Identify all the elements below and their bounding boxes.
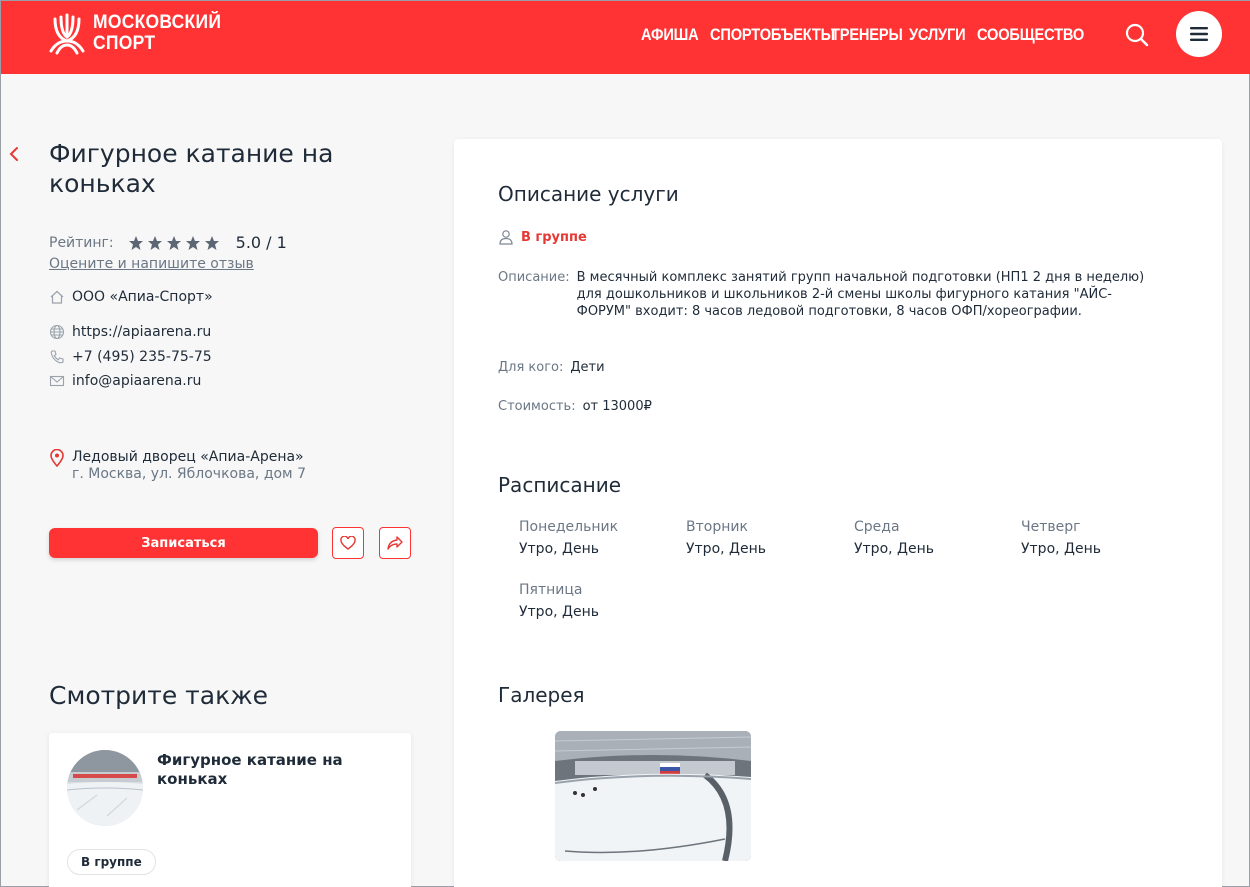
nav-item-community[interactable]: СООБЩЕСТВО — [977, 25, 1084, 45]
search-icon[interactable] — [1123, 21, 1151, 49]
mail-icon — [49, 375, 65, 387]
chevron-left-icon[interactable] — [7, 144, 21, 164]
site-header: МОСКОВСКИЙ СПОРТ АФИША СПОРТОБЪЕКТЫ ТРЕН… — [1, 1, 1250, 74]
format-label: В группе — [521, 229, 587, 245]
email-link[interactable]: info@apiaarena.ru — [72, 373, 201, 389]
phone-number[interactable]: +7 (495) 235-75-75 — [72, 349, 212, 365]
rating-label: Рейтинг: — [49, 234, 114, 251]
heart-icon — [340, 536, 356, 550]
see-also-title: Смотрите также — [49, 681, 269, 710]
review-link[interactable]: Оцените и напишите отзыв — [49, 256, 254, 272]
website-link[interactable]: https://apiaarena.ru — [72, 324, 211, 340]
rating-stars[interactable] — [128, 235, 223, 251]
description-row: Описание: В месячный комплекс занятий гр… — [498, 269, 1168, 320]
logo-line-1: МОСКОВСКИЙ — [93, 12, 222, 33]
logo-text: МОСКОВСКИЙ СПОРТ — [93, 12, 221, 54]
description-title: Описание услуги — [498, 182, 679, 206]
schedule-day: Пятница Утро, День — [519, 582, 679, 620]
email-row: info@apiaarena.ru — [49, 373, 201, 389]
schedule-day: Вторник Утро, День — [686, 519, 846, 557]
user-icon — [499, 230, 513, 245]
logo-line-2: СПОРТ — [93, 33, 156, 54]
see-also-tag: В группе — [67, 849, 156, 875]
site-logo[interactable]: МОСКОВСКИЙ СПОРТ — [47, 11, 232, 55]
star-icon[interactable] — [166, 235, 182, 251]
home-icon — [50, 290, 64, 304]
schedule-day-time: Утро, День — [519, 541, 599, 557]
nav-item-afisha[interactable]: АФИША — [641, 25, 699, 45]
rating-row: Рейтинг: 5.0 / 1 — [49, 233, 287, 252]
organization-row: ООО «Апиа-Спорт» — [49, 289, 213, 305]
audience-value: Дети — [570, 360, 605, 375]
organization-name[interactable]: ООО «Апиа-Спорт» — [72, 289, 213, 305]
gallery-title: Галерея — [498, 683, 585, 707]
nav-item-sport-objects[interactable]: СПОРТОБЪЕКТЫ — [710, 25, 835, 45]
schedule-day-name: Четверг — [1021, 519, 1081, 535]
hamburger-icon — [1190, 27, 1208, 41]
audience-row: Для кого: Дети — [498, 359, 605, 376]
page-title: Фигурное катание на коньках — [49, 139, 334, 198]
price-key: Стоимость: — [498, 399, 576, 414]
description-text: В месячный комплекс занятий групп началь… — [576, 270, 1145, 319]
globe-icon — [49, 324, 65, 340]
format-row: В группе — [498, 229, 587, 245]
nav-item-trainers[interactable]: ТРЕНЕРЫ — [831, 25, 903, 45]
description-key: Описание: — [498, 270, 570, 285]
see-also-card[interactable]: Фигурное катание на коньках В группе — [49, 733, 411, 887]
nav-item-services[interactable]: УСЛУГИ — [909, 25, 966, 45]
schedule-day-name: Среда — [854, 519, 900, 535]
phone-icon — [50, 350, 64, 364]
star-icon[interactable] — [204, 235, 220, 251]
price-row: Стоимость: от 13000₽ — [498, 398, 652, 415]
see-also-card-title[interactable]: Фигурное катание на коньках — [157, 751, 377, 789]
schedule-day-time: Утро, День — [519, 604, 599, 620]
schedule-day-name: Понедельник — [519, 519, 619, 535]
schedule-day-time: Утро, День — [1021, 541, 1101, 557]
ice-arena-photo — [555, 731, 751, 861]
see-also-thumbnail[interactable] — [67, 750, 143, 826]
star-icon[interactable] — [185, 235, 201, 251]
map-pin-icon — [50, 449, 64, 467]
logo-mark-icon — [49, 13, 85, 55]
schedule-day-name: Пятница — [519, 582, 583, 598]
menu-button[interactable] — [1176, 11, 1222, 57]
favorite-button[interactable] — [332, 527, 364, 559]
schedule-day: Понедельник Утро, День — [519, 519, 679, 557]
signup-button[interactable]: Записаться — [49, 528, 318, 558]
rating-value: 5.0 / 1 — [235, 233, 287, 252]
schedule-day: Среда Утро, День — [854, 519, 1014, 557]
schedule-day-name: Вторник — [686, 519, 748, 535]
website-row: https://apiaarena.ru — [49, 324, 211, 340]
schedule-day-time: Утро, День — [854, 541, 934, 557]
venue-name[interactable]: Ледовый дворец «Апиа-Арена» — [72, 448, 306, 466]
schedule-title: Расписание — [498, 473, 622, 497]
share-icon — [387, 536, 403, 550]
ice-rink-photo — [67, 750, 143, 826]
venue-address: Ледовый дворец «Апиа-Арена» г. Москва, у… — [49, 448, 306, 483]
phone-row: +7 (495) 235-75-75 — [49, 349, 212, 365]
star-icon[interactable] — [147, 235, 163, 251]
audience-key: Для кого: — [498, 360, 564, 375]
service-details-card: Описание услуги В группе Описание: В мес… — [454, 139, 1222, 887]
price-value: от 13000₽ — [582, 399, 652, 414]
gallery-image[interactable] — [555, 731, 751, 861]
star-icon[interactable] — [128, 235, 144, 251]
schedule-day: Четверг Утро, День — [1021, 519, 1181, 557]
share-button[interactable] — [379, 527, 411, 559]
venue-street: г. Москва, ул. Яблочкова, дом 7 — [72, 466, 306, 482]
schedule-day-time: Утро, День — [686, 541, 766, 557]
